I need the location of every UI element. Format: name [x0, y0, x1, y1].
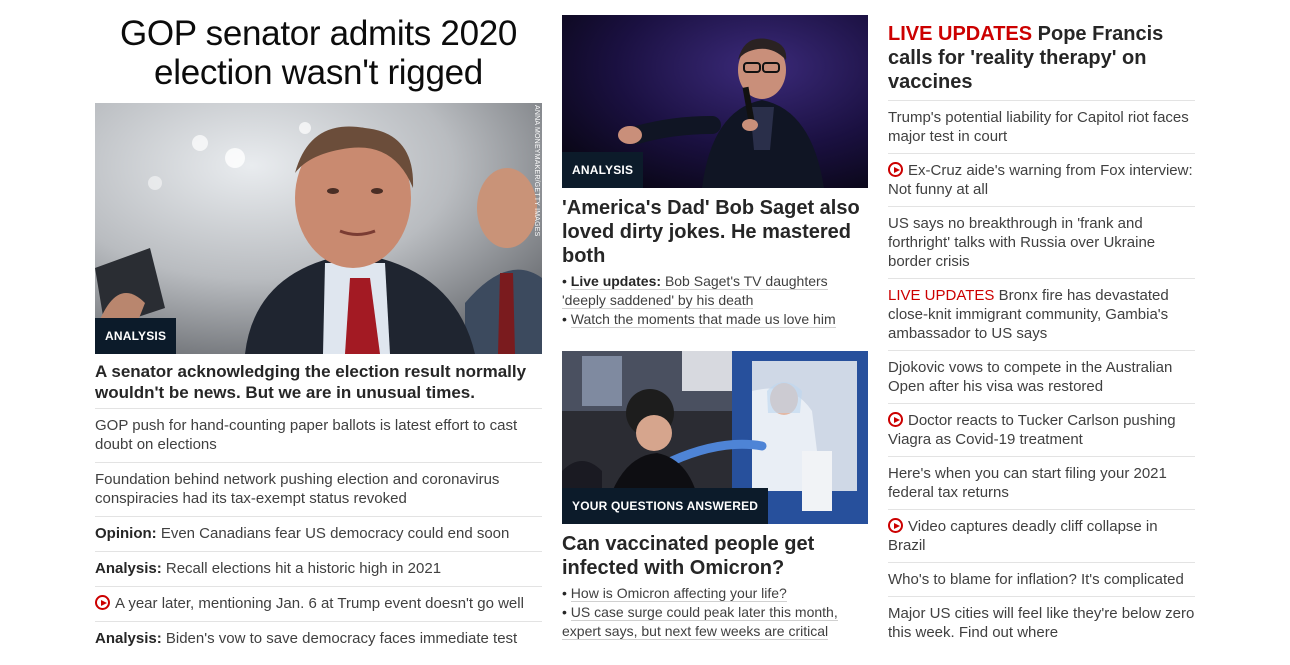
senator-photo: [95, 103, 542, 354]
list-item[interactable]: Doctor reacts to Tucker Carlson pushing …: [888, 404, 1195, 457]
link-text[interactable]: Biden's vow to save democracy faces imme…: [166, 630, 517, 647]
list-item[interactable]: Here's when you can start filing your 20…: [888, 457, 1195, 510]
bullet-link[interactable]: How is Omicron affecting your life?: [570, 585, 787, 602]
analysis-label: ANALYSIS: [95, 318, 177, 354]
link-text[interactable]: US says no breakthrough in 'frank and fo…: [888, 215, 1155, 270]
saget-story-title[interactable]: 'America's Dad' Bob Saget also loved dir…: [562, 196, 868, 268]
list-item[interactable]: Djokovic vows to compete in the Australi…: [888, 351, 1195, 404]
story-card-saget: ANALYSIS 'America's Dad' Bob Saget also …: [562, 15, 868, 329]
bullet-link[interactable]: Watch the moments that made us love him: [570, 311, 836, 328]
middle-column: ANALYSIS 'America's Dad' Bob Saget also …: [562, 15, 868, 641]
list-item[interactable]: Video captures deadly cliff collapse in …: [888, 510, 1195, 563]
list-item[interactable]: A year later, mentioning Jan. 6 at Trump…: [95, 587, 542, 622]
play-circle-icon: [888, 162, 903, 177]
link-tag: Live updates:: [570, 273, 662, 289]
link-text[interactable]: Video captures deadly cliff collapse in …: [888, 518, 1158, 554]
omicron-related-links: How is Omicron affecting your life? US c…: [562, 584, 868, 641]
bullet-link[interactable]: US case surge could peak later this mont…: [562, 604, 838, 640]
story-card-omicron: YOUR QUESTIONS ANSWERED Can vaccinated p…: [562, 351, 868, 641]
lead-story-column: GOP senator admits 2020 election wasn't …: [95, 14, 542, 656]
bullet-item[interactable]: US case surge could peak later this mont…: [562, 603, 868, 641]
live-updates-label: LIVE UPDATES: [888, 287, 995, 304]
list-item[interactable]: Ex-Cruz aide's warning from Fox intervie…: [888, 154, 1195, 207]
play-circle-icon: [888, 412, 903, 427]
list-item[interactable]: Opinion: Even Canadians fear US democrac…: [95, 517, 542, 552]
link-text[interactable]: GOP push for hand-counting paper ballots…: [95, 417, 517, 453]
list-item[interactable]: US says no breakthrough in 'frank and fo…: [888, 207, 1195, 279]
lead-headline[interactable]: GOP senator admits 2020 election wasn't …: [95, 14, 542, 92]
bullet-item[interactable]: How is Omicron affecting your life?: [562, 584, 868, 603]
list-item[interactable]: Analysis: Biden's vow to save democracy …: [95, 622, 542, 656]
link-tag: Analysis:: [95, 560, 162, 577]
list-item[interactable]: Foundation behind network pushing electi…: [95, 463, 542, 517]
play-circle-icon: [888, 518, 903, 533]
live-updates-label: LIVE UPDATES: [888, 23, 1033, 45]
bullet-item[interactable]: Live updates: Bob Saget's TV daughters '…: [562, 272, 868, 310]
analysis-label: ANALYSIS: [562, 152, 644, 188]
saget-story-image[interactable]: ANALYSIS: [562, 15, 868, 188]
link-text[interactable]: Who's to blame for inflation? It's compl…: [888, 571, 1184, 588]
link-text[interactable]: Trump's potential liability for Capitol …: [888, 109, 1189, 145]
list-item[interactable]: Who's to blame for inflation? It's compl…: [888, 563, 1195, 597]
list-item[interactable]: Analysis: Recall elections hit a histori…: [95, 552, 542, 587]
questions-answered-label: YOUR QUESTIONS ANSWERED: [562, 488, 769, 524]
headline-list: Trump's potential liability for Capitol …: [888, 100, 1195, 649]
link-text[interactable]: A year later, mentioning Jan. 6 at Trump…: [115, 595, 524, 612]
play-circle-icon: [95, 595, 110, 610]
link-text[interactable]: Even Canadians fear US democracy could e…: [161, 525, 510, 542]
link-text[interactable]: Doctor reacts to Tucker Carlson pushing …: [888, 412, 1176, 448]
link-text[interactable]: Major US cities will feel like they're b…: [888, 605, 1194, 641]
pope-live-headline[interactable]: LIVE UPDATES Pope Francis calls for 'rea…: [888, 22, 1195, 100]
link-text[interactable]: Ex-Cruz aide's warning from Fox intervie…: [888, 162, 1193, 198]
link-tag: Analysis:: [95, 630, 162, 647]
list-item[interactable]: GOP push for hand-counting paper ballots…: [95, 409, 542, 463]
photo-credit: ANNA MONEYMAKER/GETTY IMAGES: [533, 105, 540, 237]
bullet-link[interactable]: Live updates: Bob Saget's TV daughters '…: [562, 273, 828, 309]
omicron-story-image[interactable]: YOUR QUESTIONS ANSWERED: [562, 351, 868, 524]
lead-story-description[interactable]: A senator acknowledging the election res…: [95, 361, 542, 403]
list-item[interactable]: Major US cities will feel like they're b…: [888, 597, 1195, 649]
bullet-item[interactable]: Watch the moments that made us love him: [562, 310, 868, 329]
link-text[interactable]: Here's when you can start filing your 20…: [888, 465, 1167, 501]
link-text[interactable]: Djokovic vows to compete in the Australi…: [888, 359, 1172, 395]
list-item[interactable]: Trump's potential liability for Capitol …: [888, 101, 1195, 154]
link-text[interactable]: Foundation behind network pushing electi…: [95, 471, 499, 507]
list-item[interactable]: LIVE UPDATES Bronx fire has devastated c…: [888, 279, 1195, 351]
lead-related-links: GOP push for hand-counting paper ballots…: [95, 408, 542, 656]
headlines-column: LIVE UPDATES Pope Francis calls for 'rea…: [888, 22, 1195, 649]
omicron-story-title[interactable]: Can vaccinated people get infected with …: [562, 532, 868, 580]
saget-related-links: Live updates: Bob Saget's TV daughters '…: [562, 272, 868, 329]
lead-story-image[interactable]: ANNA MONEYMAKER/GETTY IMAGES ANALYSIS: [95, 103, 542, 354]
link-tag: Opinion:: [95, 525, 157, 542]
link-text[interactable]: Recall elections hit a historic high in …: [166, 560, 441, 577]
